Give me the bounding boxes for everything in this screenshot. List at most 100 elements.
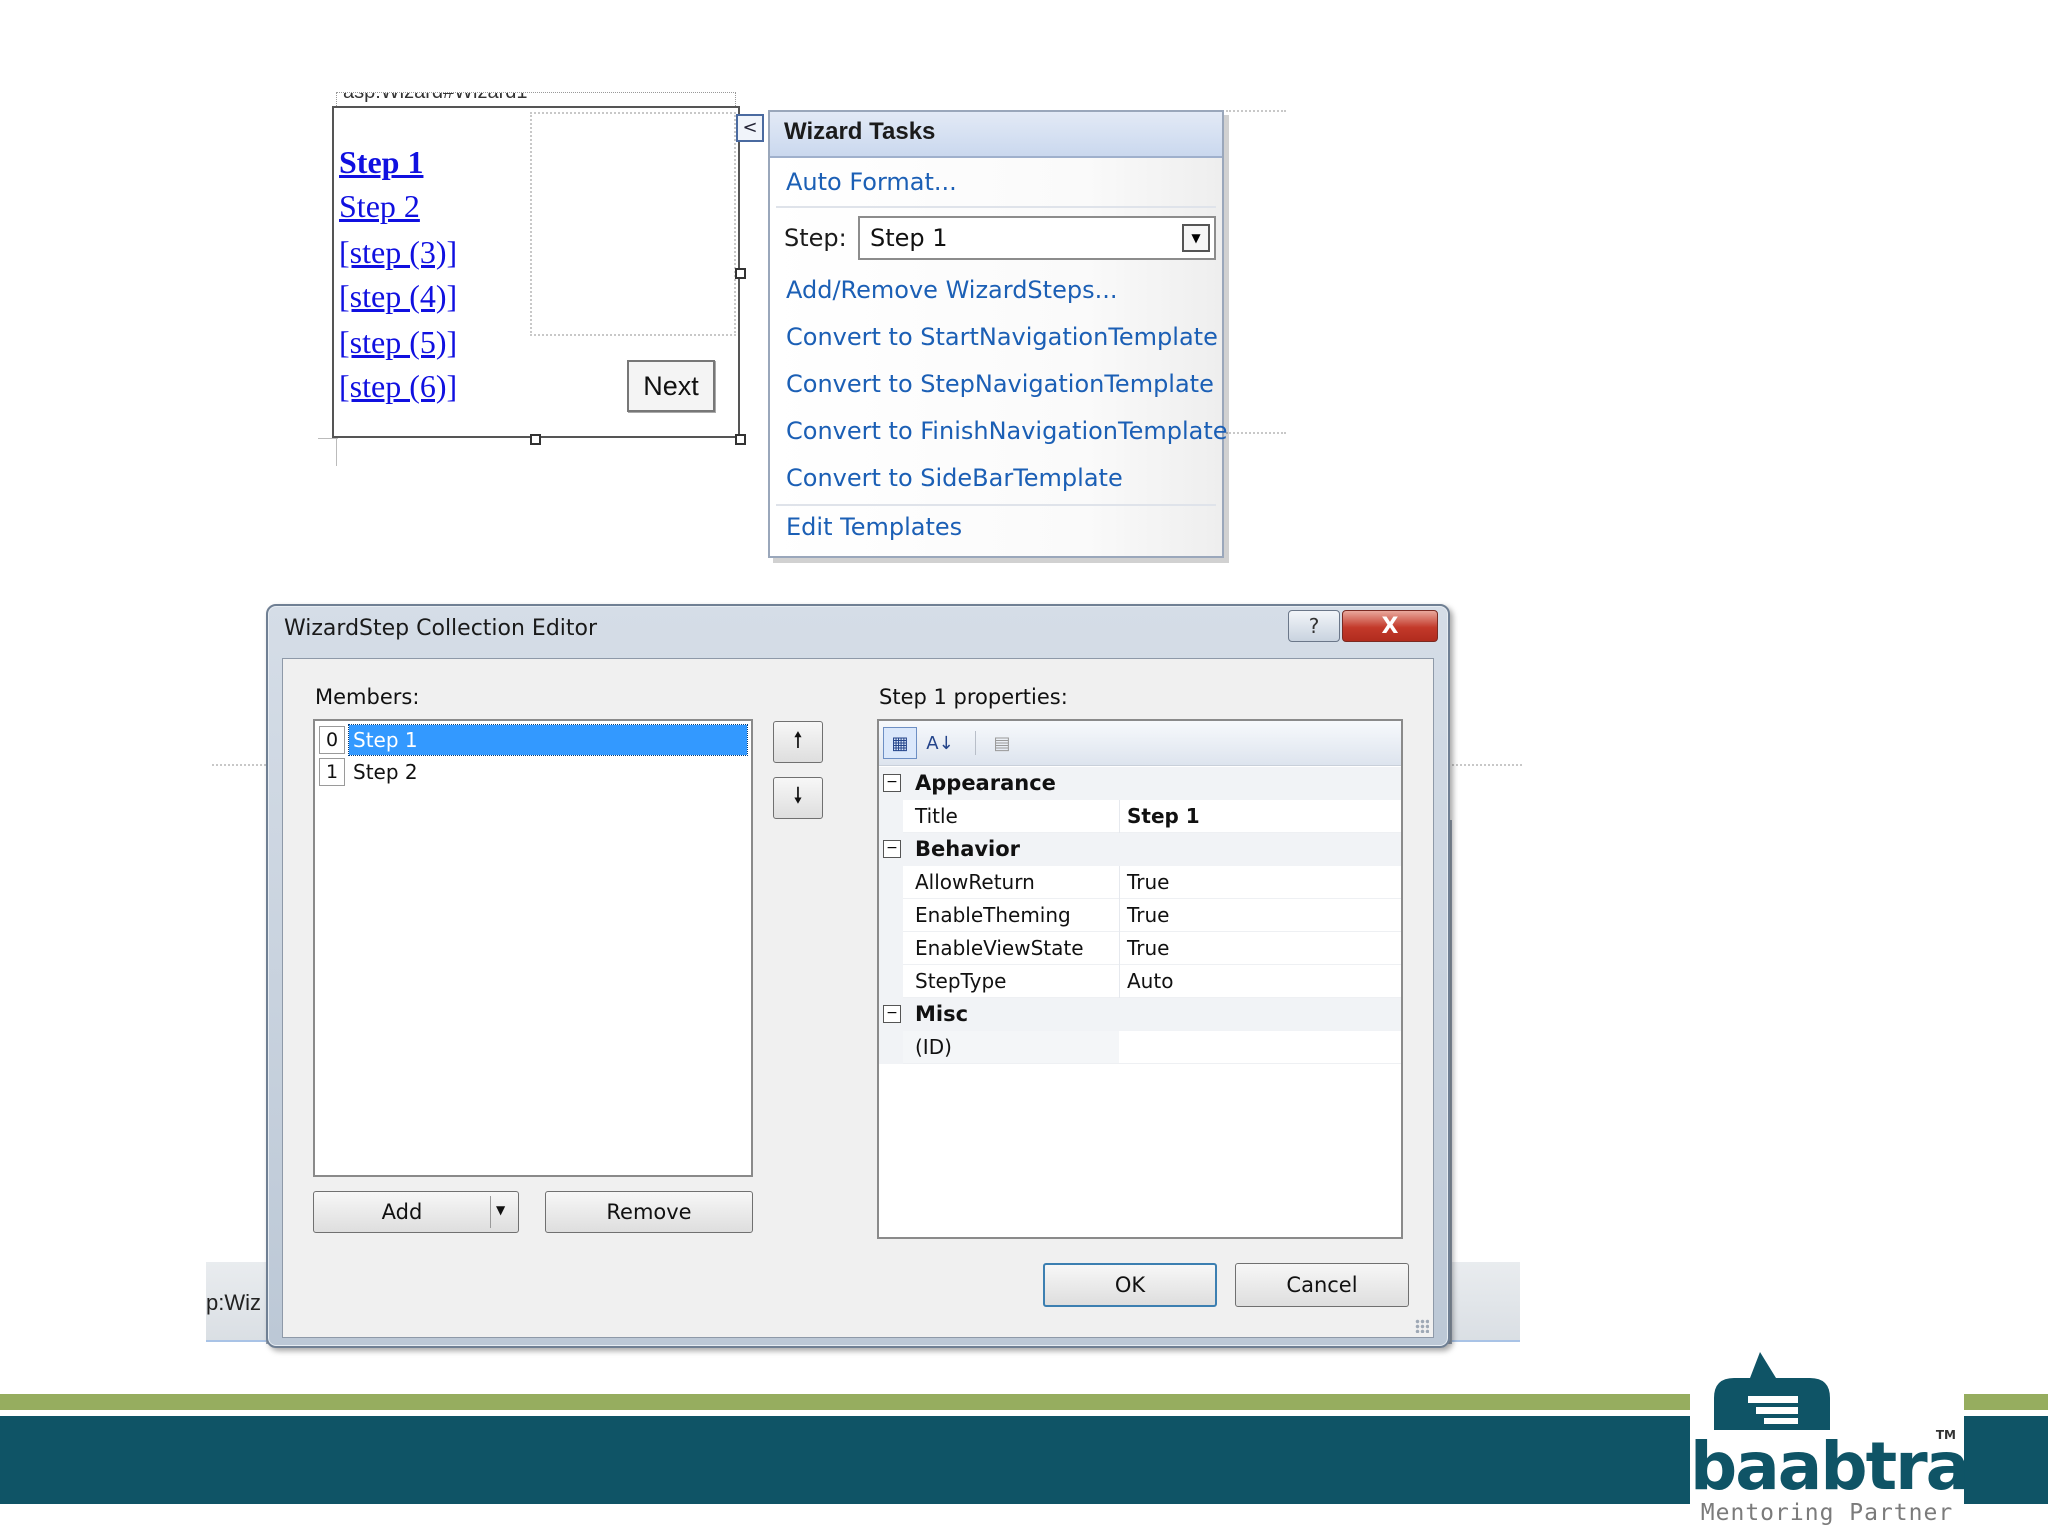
collapse-icon[interactable]: − (883, 1005, 901, 1023)
property-name: EnableViewState (915, 936, 1084, 960)
property-row-title[interactable]: Title Step 1 (879, 800, 1401, 833)
convert-sidebar-template-link[interactable]: Convert to SideBarTemplate (786, 464, 1123, 492)
wizard-sidebar-step-3[interactable]: [step (3)] (339, 232, 457, 272)
property-value[interactable]: True (1127, 936, 1169, 960)
property-pages-button[interactable]: ▤ (985, 727, 1019, 759)
resize-handle-right[interactable] (735, 268, 746, 279)
property-row-allowreturn[interactable]: AllowReturn True (879, 866, 1401, 899)
properties-label: Step 1 properties: (879, 685, 1068, 709)
toolbar-separator (975, 731, 976, 755)
dialog-body: Members: 0 Step 1 1 Step 2 🠕 🠗 Add ▼ Rem… (282, 658, 1434, 1338)
resize-handle-corner[interactable] (735, 434, 746, 445)
category-name: Behavior (915, 837, 1021, 861)
resize-grip-icon[interactable] (1415, 1319, 1429, 1333)
add-button-label: Add (381, 1200, 423, 1224)
convert-step-navigation-template-link[interactable]: Convert to StepNavigationTemplate (786, 370, 1214, 398)
member-name: Step 1 (348, 724, 748, 756)
wizardstep-collection-editor-dialog: WizardStep Collection Editor ? X Members… (266, 604, 1450, 1348)
step-dropdown[interactable]: Step 1 ▼ (858, 216, 1216, 260)
row-margin (879, 866, 903, 899)
category-appearance[interactable]: − Appearance (879, 767, 1401, 800)
property-value[interactable]: Auto (1127, 969, 1173, 993)
property-row-enableviewstate[interactable]: EnableViewState True (879, 932, 1401, 965)
wizard-sidebar-step-6[interactable]: [step (6)] (339, 366, 457, 406)
add-remove-wizardsteps-link[interactable]: Add/Remove WizardSteps... (786, 276, 1117, 304)
resize-handle-bottom[interactable] (530, 434, 541, 445)
wizard-sidebar-step-5[interactable]: [step (5)] (339, 322, 457, 362)
property-name: AllowReturn (915, 870, 1035, 894)
property-row-enabletheming[interactable]: EnableTheming True (879, 899, 1401, 932)
property-name: StepType (915, 969, 1007, 993)
guide-line (212, 764, 266, 766)
collapse-icon[interactable]: − (883, 774, 901, 792)
collapse-icon[interactable]: − (883, 840, 901, 858)
close-button[interactable]: X (1342, 610, 1438, 642)
divider (776, 206, 1216, 208)
designer-tab-label[interactable]: p:Wiz (206, 1290, 261, 1316)
property-grid[interactable]: ▦ A↓ ▤ − Appearance Title Step 1 − Behav… (877, 719, 1403, 1239)
chevron-down-icon[interactable]: ▼ (1182, 224, 1210, 252)
category-misc[interactable]: − Misc (879, 998, 1401, 1031)
wizard-tasks-title: Wizard Tasks (784, 118, 936, 145)
step-label: Step: (784, 224, 847, 252)
property-grid-toolbar: ▦ A↓ ▤ (879, 721, 1401, 766)
chevron-left-icon: < (742, 117, 758, 138)
step-dropdown-value: Step 1 (870, 224, 948, 252)
close-icon: X (1381, 613, 1399, 639)
member-index: 1 (319, 758, 345, 786)
logo-wordmark: baabtra (1690, 1428, 1970, 1505)
move-down-button[interactable]: 🠗 (773, 777, 823, 819)
chevron-down-icon[interactable]: ▼ (496, 1203, 505, 1217)
property-value[interactable]: True (1127, 870, 1169, 894)
wizard-control-header: asp:Wizard#Wizard1 (336, 92, 736, 106)
ok-button[interactable]: OK (1043, 1263, 1217, 1307)
column-divider (1119, 932, 1120, 965)
column-divider (1119, 800, 1120, 833)
add-button[interactable]: Add ▼ (313, 1191, 519, 1233)
remove-button[interactable]: Remove (545, 1191, 753, 1233)
alphabetical-sort-button[interactable]: A↓ (923, 727, 957, 759)
member-item-step-2[interactable]: 1 Step 2 (319, 757, 747, 787)
arrow-up-icon: 🠕 (793, 728, 803, 753)
property-value[interactable]: True (1127, 903, 1169, 927)
wizard-sidebar-step-1[interactable]: Step 1 (339, 142, 423, 182)
wizard-next-button[interactable]: Next (627, 360, 715, 412)
row-margin (879, 1031, 903, 1064)
members-list[interactable]: 0 Step 1 1 Step 2 (313, 719, 753, 1177)
edit-templates-link[interactable]: Edit Templates (786, 513, 962, 541)
column-divider (1119, 899, 1120, 932)
property-value[interactable]: Step 1 (1127, 804, 1200, 828)
property-row-id[interactable]: (ID) (879, 1031, 1401, 1064)
wizard-step-content-area (530, 112, 736, 336)
row-margin (879, 965, 903, 998)
property-row-steptype[interactable]: StepType Auto (879, 965, 1401, 998)
arrow-down-icon: 🠗 (793, 784, 803, 809)
wizard-sidebar-step-2[interactable]: Step 2 (339, 186, 420, 226)
smart-tag-collapse-button[interactable]: < (736, 114, 764, 142)
wizard-sidebar-step-4[interactable]: [step (4)] (339, 276, 457, 316)
cancel-button[interactable]: Cancel (1235, 1263, 1409, 1307)
wizard-tasks-title-bar: Wizard Tasks (770, 112, 1222, 158)
move-up-button[interactable]: 🠕 (773, 721, 823, 763)
divider (776, 504, 1216, 506)
categorized-view-button[interactable]: ▦ (883, 727, 917, 759)
baabtra-logo: baabtra TM Mentoring Partner (1690, 1340, 1970, 1530)
logo-mark-icon (1714, 1352, 1830, 1430)
category-name: Misc (915, 1002, 969, 1026)
help-button[interactable]: ? (1288, 610, 1340, 642)
members-label: Members: (315, 685, 420, 709)
sort-az-icon: A↓ (926, 732, 954, 754)
category-behavior[interactable]: − Behavior (879, 833, 1401, 866)
categorized-icon: ▦ (891, 732, 909, 754)
property-name: (ID) (915, 1035, 952, 1059)
member-name: Step 2 (353, 760, 418, 784)
logo-trademark: TM (1935, 1428, 1956, 1442)
logo-tagline: Mentoring Partner (1700, 1500, 1954, 1526)
value-cell[interactable] (1120, 1031, 1401, 1063)
convert-start-navigation-template-link[interactable]: Convert to StartNavigationTemplate (786, 323, 1218, 351)
auto-format-link[interactable]: Auto Format... (786, 168, 957, 196)
convert-finish-navigation-template-link[interactable]: Convert to FinishNavigationTemplate (786, 417, 1228, 445)
guide-line (1226, 432, 1286, 434)
member-item-step-1[interactable]: 0 Step 1 (319, 724, 748, 756)
row-margin (879, 932, 903, 965)
